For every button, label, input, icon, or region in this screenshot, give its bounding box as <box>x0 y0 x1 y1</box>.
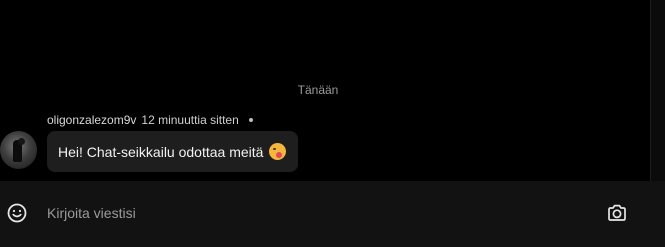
avatar[interactable] <box>0 131 37 169</box>
message-composer <box>0 181 665 247</box>
more-options-dot-icon[interactable] <box>248 118 253 122</box>
message-input[interactable] <box>47 201 587 225</box>
message-bubble: Hei! Chat-seikkailu odottaa meitä <box>47 131 299 172</box>
message-meta: oligonzalezom9v 12 minuuttia sitten <box>47 113 253 127</box>
scrollbar[interactable] <box>650 0 665 181</box>
message-username[interactable]: oligonzalezom9v <box>47 113 136 127</box>
tongue-wink-emoji-icon <box>269 143 287 160</box>
message-text: Hei! Chat-seikkailu odottaa meitä <box>58 143 264 160</box>
emoji-smile-icon[interactable] <box>7 203 27 223</box>
message-timestamp: 12 minuuttia sitten <box>141 113 239 127</box>
camera-icon[interactable] <box>606 202 628 224</box>
date-separator: Tänään <box>297 83 339 97</box>
avatar-figure-head <box>18 138 25 145</box>
